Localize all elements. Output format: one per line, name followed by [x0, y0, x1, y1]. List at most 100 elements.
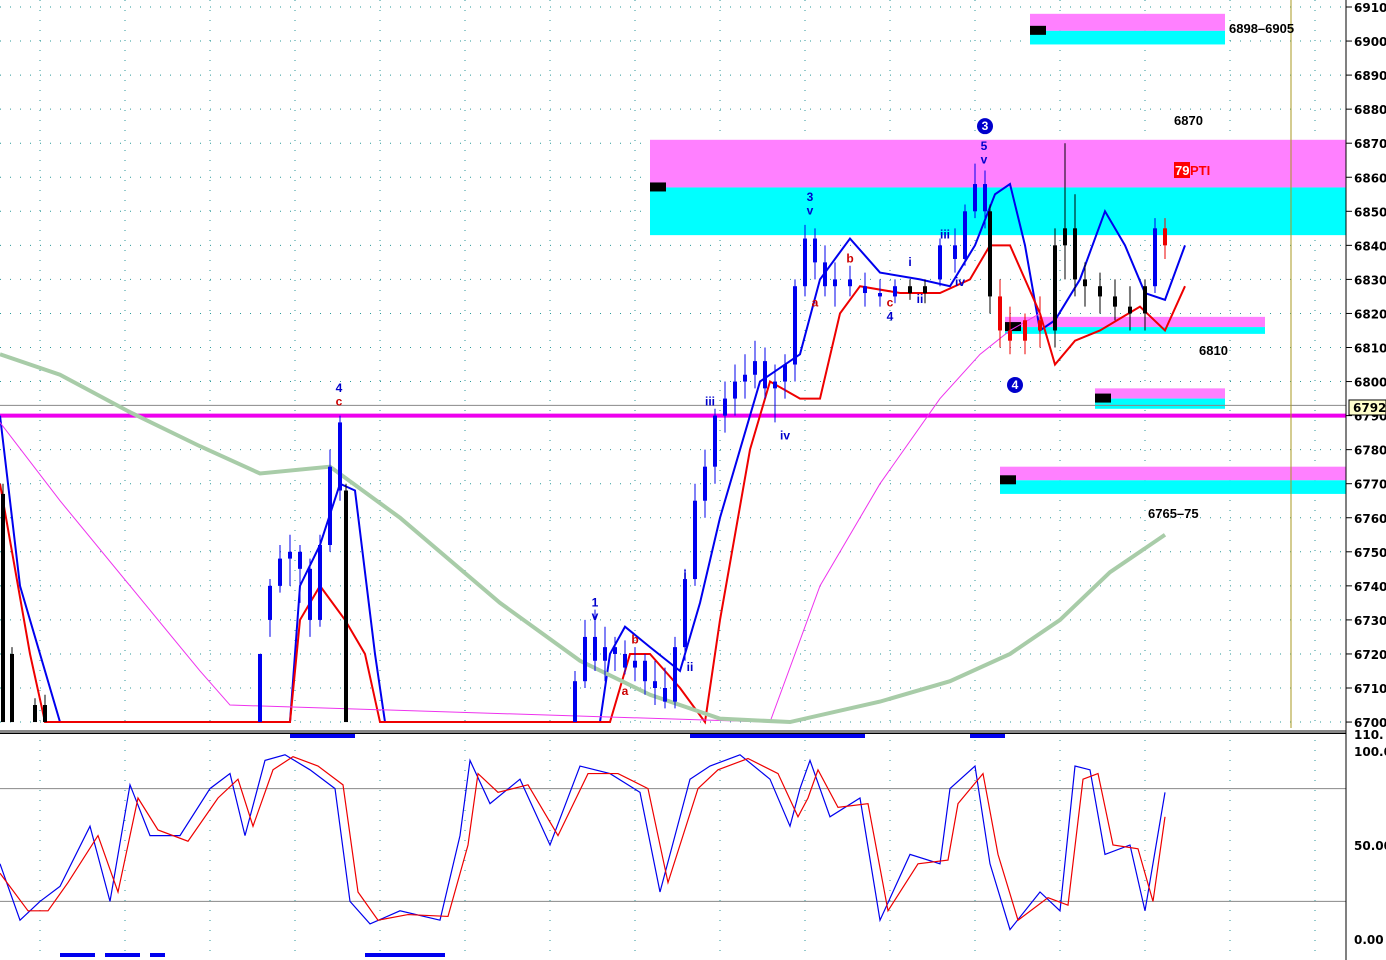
candle-body [1073, 228, 1077, 280]
price-tick-label: 6870. [1354, 137, 1386, 151]
zone-marker [1000, 475, 1016, 485]
price-tick-label: 6760. [1354, 512, 1386, 526]
wave-label: a [812, 296, 819, 310]
candle-body [1023, 320, 1027, 341]
price-tick-label: 6730. [1354, 614, 1386, 628]
osc-tick-label: 110. [1354, 728, 1384, 742]
candle-body [663, 688, 667, 702]
price-tick-label: 6750. [1354, 546, 1386, 560]
zone-cyan [650, 187, 1346, 236]
wave-label: a [622, 684, 629, 698]
candle-body [633, 660, 637, 668]
pti-value: 79 [1175, 163, 1189, 178]
wave-circle-label: 4 [1012, 378, 1019, 392]
candle-body [1153, 228, 1157, 287]
candle-body [953, 245, 957, 259]
candle-body [848, 279, 852, 287]
candle-body [773, 381, 777, 389]
price-tick-label: 6830. [1354, 273, 1386, 287]
level-6810-label: 6810 [1199, 343, 1228, 358]
wave-label: i [908, 255, 911, 269]
price-tick-label: 6810. [1354, 342, 1386, 356]
candle-body [643, 660, 647, 682]
candle-body [683, 579, 687, 648]
candle-body [653, 681, 657, 688]
candle-body [10, 653, 14, 723]
panel-divider [0, 730, 1346, 733]
candle-body [693, 500, 697, 580]
zone-magenta [650, 139, 1346, 188]
candle-body [1098, 286, 1102, 297]
price-tick-label: 6800. [1354, 376, 1386, 390]
candle-body [833, 279, 837, 287]
level-6870-label: 6870 [1174, 113, 1203, 128]
candle-body [1163, 228, 1167, 246]
price-tick-label: 6740. [1354, 580, 1386, 594]
wave-label: i [683, 568, 686, 582]
candle-body [1113, 296, 1117, 307]
price-tick-label: 6840. [1354, 239, 1386, 253]
candle-body [793, 286, 797, 365]
candle-body [938, 245, 942, 280]
zone-cyan [1030, 30, 1225, 45]
wave-label: b [631, 633, 638, 647]
pti-text: PTI [1190, 163, 1210, 178]
candle-body [43, 705, 47, 723]
candle-body [733, 381, 737, 399]
candle-body [33, 705, 37, 723]
signal-bar [365, 953, 445, 957]
candle-body [753, 361, 757, 375]
wave-label: v [981, 153, 988, 167]
wave-label: 4 [336, 381, 343, 395]
price-axis: 6910. 6900. 6890. 6880. 6870. 6860. 6850. 6840.… [1346, 1, 1386, 947]
wave-label: b [846, 251, 853, 265]
wave-label: c [336, 394, 343, 408]
osc-tick-label: 100.0 [1354, 745, 1386, 759]
candle-body [583, 636, 587, 682]
candle-body [318, 544, 322, 620]
price-tick-label: 6710. [1354, 682, 1386, 696]
candle-body [713, 415, 717, 467]
candle-body [593, 636, 597, 661]
oscillator [0, 734, 1166, 957]
line-green-ma [0, 352, 1167, 725]
candle-body [278, 558, 282, 586]
candle-body [783, 364, 787, 382]
candle-body [893, 286, 897, 297]
zone-cyan [1000, 480, 1346, 494]
candle-body [338, 422, 342, 491]
price-tick-label: 6820. [1354, 307, 1386, 321]
wave-label: iii [940, 228, 950, 242]
candle-body [1008, 330, 1012, 341]
zone-marker [1005, 322, 1021, 332]
candle-body [1063, 228, 1067, 246]
price-tick-label: 6780. [1354, 444, 1386, 458]
candle-body [673, 647, 677, 702]
zone-marker [1030, 25, 1046, 35]
wave-label: c [887, 296, 894, 310]
wave-label: v [807, 204, 814, 218]
zone-top-label: 6898–6905 [1229, 21, 1294, 36]
candle-body [963, 211, 967, 259]
candle-body [613, 647, 617, 654]
price-tick-label: 6890. [1354, 69, 1386, 83]
price-tick-label: 6850. [1354, 205, 1386, 219]
price-tick-label: 6910. [1354, 1, 1386, 15]
candle-body [1143, 286, 1147, 314]
wave-label: ii [917, 292, 924, 306]
candle-body [268, 585, 272, 620]
price-chart: 4c1vabiiiiiiiv3vabc4iiiiiiiv5v34 6910.69… [0, 0, 1386, 960]
signal-bar [150, 953, 165, 957]
zone-magenta [1095, 388, 1225, 399]
last-price-label: 6792. [1353, 401, 1386, 415]
wave-label: 5 [981, 139, 988, 153]
candle-body [1053, 245, 1057, 331]
candle-body [308, 568, 312, 620]
wave-label: iii [705, 394, 715, 408]
candle-body [923, 286, 927, 294]
candle-body [573, 681, 577, 723]
candle-body [973, 184, 977, 212]
signal-bar [290, 734, 355, 738]
price-tick-label: 6900. [1354, 35, 1386, 49]
candle-body [623, 653, 627, 668]
